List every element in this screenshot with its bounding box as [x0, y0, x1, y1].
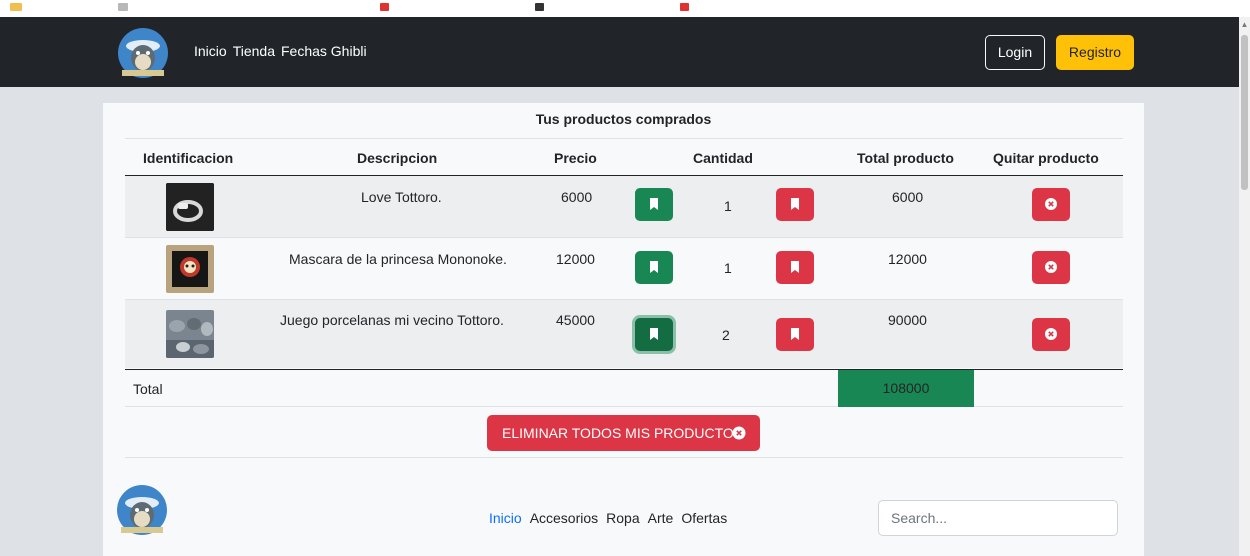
x-circle-icon — [732, 426, 746, 440]
decrease-quantity-button[interactable] — [776, 318, 814, 351]
footer-link-arte[interactable]: Arte — [648, 510, 674, 526]
footer-link-ropa[interactable]: Ropa — [606, 510, 639, 526]
scroll-thumb[interactable] — [1241, 35, 1248, 190]
bookmark-icon — [650, 261, 658, 273]
totoro-logo-icon[interactable] — [116, 26, 170, 80]
header-precio: Precio — [554, 150, 597, 166]
footer-totoro-logo-icon[interactable] — [115, 483, 169, 537]
header-cantidad: Cantidad — [693, 150, 753, 166]
increase-quantity-button[interactable] — [635, 318, 673, 351]
bookmark-icon — [791, 198, 799, 210]
item-quantity: 1 — [724, 198, 732, 214]
decrease-quantity-button[interactable] — [776, 188, 814, 221]
header-total-producto: Total producto — [857, 150, 954, 166]
total-row: Total 108000 — [125, 369, 1123, 407]
item-total: 12000 — [888, 251, 927, 267]
delete-all-products-button[interactable]: ELIMINAR TODOS MIS PRODUCTOS — [487, 415, 760, 451]
registro-button[interactable]: Registro — [1056, 35, 1134, 70]
item-quantity: 1 — [724, 260, 732, 276]
main-nav: Inicio Tienda Fechas Ghibli — [194, 43, 367, 59]
increase-quantity-button[interactable] — [635, 251, 673, 284]
search-input[interactable] — [878, 500, 1118, 536]
footer-nav: Inicio Accesorios Ropa Arte Ofertas — [489, 510, 727, 526]
table-row: Juego porcelanas mi vecino Tottoro. 4500… — [125, 300, 1123, 368]
browser-top-strip — [0, 0, 1250, 17]
footer-link-ofertas[interactable]: Ofertas — [681, 510, 727, 526]
top-navbar: Inicio Tienda Fechas Ghibli Login Regist… — [0, 17, 1239, 87]
login-button[interactable]: Login — [985, 35, 1045, 70]
x-circle-icon — [1045, 328, 1057, 340]
bookmark-favicon — [118, 3, 128, 11]
bookmark-favicon — [535, 3, 544, 11]
total-label: Total — [133, 381, 163, 397]
bookmark-favicon — [680, 3, 689, 11]
item-quantity: 2 — [722, 327, 730, 343]
bookmark-icon — [791, 328, 799, 340]
footer-link-inicio[interactable]: Inicio — [489, 510, 522, 526]
item-description: Juego porcelanas mi vecino Tottoro. — [280, 312, 504, 328]
total-value: 108000 — [838, 370, 974, 407]
bookmark-favicon — [10, 3, 22, 11]
porcelain-thumbnail — [166, 310, 214, 358]
nav-link-inicio[interactable]: Inicio — [194, 43, 227, 59]
footer-divider — [125, 457, 1123, 458]
header-descripcion: Descripcion — [357, 150, 438, 166]
footer-link-accesorios[interactable]: Accesorios — [530, 510, 598, 526]
x-circle-icon — [1045, 198, 1057, 210]
mask-thumbnail — [166, 245, 214, 293]
scroll-up-icon[interactable]: ▲ — [1240, 20, 1249, 29]
item-total: 6000 — [892, 189, 924, 205]
table-row: Love Tottoro. 6000 1 6000 — [125, 176, 1123, 238]
nav-link-tienda[interactable]: Tienda — [233, 43, 275, 59]
header-identificacion: Identificacion — [143, 150, 234, 166]
item-price: 12000 — [556, 251, 595, 267]
table-row: Mascara de la princesa Mononoke. 12000 1… — [125, 238, 1123, 300]
bookmark-icon — [650, 198, 658, 210]
remove-product-button[interactable] — [1032, 251, 1070, 284]
page-scrollbar[interactable]: ▲ — [1239, 17, 1250, 556]
x-circle-icon — [1045, 261, 1057, 273]
decrease-quantity-button[interactable] — [776, 251, 814, 284]
delete-all-label: ELIMINAR TODOS MIS PRODUCTOS — [502, 425, 744, 441]
nav-link-fechas-ghibli[interactable]: Fechas Ghibli — [281, 43, 367, 59]
bookmark-favicon — [380, 3, 389, 11]
bookmark-icon — [791, 261, 799, 273]
increase-quantity-button[interactable] — [635, 188, 673, 221]
item-price: 6000 — [561, 189, 593, 205]
cart-container: Tus productos comprados Identificacion D… — [103, 103, 1144, 556]
item-total: 90000 — [888, 312, 927, 328]
bookmark-icon — [650, 328, 658, 340]
cart-caption: Tus productos comprados — [535, 111, 712, 127]
remove-product-button[interactable] — [1032, 318, 1070, 351]
caption-divider — [125, 138, 1123, 139]
header-quitar-producto: Quitar producto — [993, 150, 1099, 166]
ring-thumbnail — [166, 183, 214, 231]
item-description: Mascara de la princesa Mononoke. — [289, 251, 507, 267]
remove-product-button[interactable] — [1032, 188, 1070, 221]
item-description: Love Tottoro. — [361, 189, 442, 205]
item-price: 45000 — [556, 312, 595, 328]
